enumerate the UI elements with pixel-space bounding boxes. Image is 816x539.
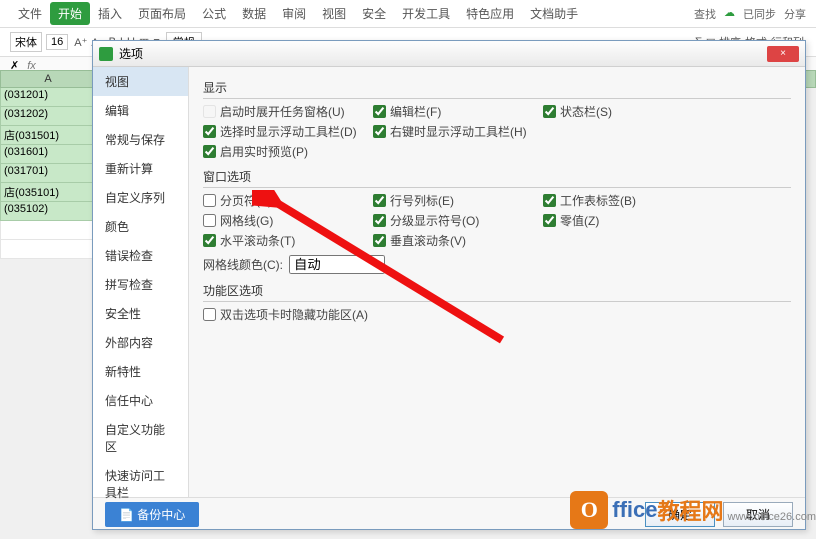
office-logo-icon: O [570,491,608,529]
wps-icon [99,47,113,61]
sidebar-item-errorcheck[interactable]: 错误检查 [93,241,188,270]
sidebar-item-trust[interactable]: 信任中心 [93,386,188,415]
cell[interactable] [0,221,96,240]
font-size-select[interactable]: 16 [46,34,68,50]
tab-view[interactable]: 视图 [314,2,354,25]
watermark: O ffice 教程网 www.office26.com [570,491,816,529]
tab-special[interactable]: 特色应用 [458,2,522,25]
gridcolor-label: 网格线颜色(C): [203,256,283,273]
tab-file[interactable]: 文件 [10,2,50,25]
tab-insert[interactable]: 插入 [90,2,130,25]
tab-safety[interactable]: 安全 [354,2,394,25]
options-dialog: 选项 × 视图 编辑 常规与保存 重新计算 自定义序列 颜色 错误检查 拼写检查… [92,40,806,530]
tab-layout[interactable]: 页面布局 [130,2,194,25]
check-taskpane: 启动时展开任务窗格(U) [203,103,373,120]
cell[interactable]: (031701) [0,164,96,183]
check-pagebreak[interactable]: 分页符(K) [203,192,373,209]
watermark-text2: 教程网 [658,494,724,526]
sidebar-item-edit[interactable]: 编辑 [93,96,188,125]
section-ribbon: 功能区选项 [203,280,791,302]
tab-dev[interactable]: 开发工具 [394,2,458,25]
tab-dochelper[interactable]: 文档助手 [522,2,586,25]
sidebar-item-color[interactable]: 颜色 [93,212,188,241]
close-button[interactable]: × [767,46,799,62]
gridcolor-select[interactable]: 自动 [289,255,385,274]
check-statusbar[interactable]: 状态栏(S) [543,103,713,120]
tab-data[interactable]: 数据 [234,2,274,25]
check-dblclickhide[interactable]: 双击选项卡时隐藏功能区(A) [203,306,373,323]
check-sheettabs[interactable]: 工作表标签(B) [543,192,713,209]
options-sidebar: 视图 编辑 常规与保存 重新计算 自定义序列 颜色 错误检查 拼写检查 安全性 … [93,67,189,497]
cloud-icon: ☁ [724,6,735,22]
sidebar-item-customribbon[interactable]: 自定义功能区 [93,415,188,461]
cell[interactable]: (031201) [0,88,96,107]
search-link[interactable]: 查找 [694,6,716,22]
check-rclickfloat[interactable]: 右键时显示浮动工具栏(H) [373,123,543,140]
check-gridlines[interactable]: 网格线(G) [203,212,373,229]
sidebar-item-qat[interactable]: 快速访问工具栏 [93,461,188,507]
check-zero[interactable]: 零值(Z) [543,212,713,229]
check-livepreview[interactable]: 启用实时预览(P) [203,143,373,160]
sidebar-item-newfeature[interactable]: 新特性 [93,357,188,386]
check-vscroll[interactable]: 垂直滚动条(V) [373,232,543,249]
check-editbar[interactable]: 编辑栏(F) [373,103,543,120]
tab-start[interactable]: 开始 [50,2,90,25]
cell[interactable]: (031202) [0,107,96,126]
increase-font-icon[interactable]: A⁺ [74,36,87,49]
sidebar-item-external[interactable]: 外部内容 [93,328,188,357]
dialog-title: 选项 [119,45,143,62]
sidebar-item-security[interactable]: 安全性 [93,299,188,328]
check-hscroll[interactable]: 水平滚动条(T) [203,232,373,249]
tab-review[interactable]: 审阅 [274,2,314,25]
section-display: 显示 [203,77,791,99]
cell[interactable]: 店(031501) [0,126,96,145]
cell[interactable]: (031601) [0,145,96,164]
watermark-text1: ffice [612,497,657,523]
col-header-A[interactable]: A [0,70,96,88]
sidebar-item-general[interactable]: 常规与保存 [93,125,188,154]
font-family-select[interactable]: 宋体 [10,32,42,52]
sync-label: 已同步 [743,6,776,22]
check-selectfloat[interactable]: 选择时显示浮动工具栏(D) [203,123,373,140]
check-rowcolhdr[interactable]: 行号列标(E) [373,192,543,209]
sidebar-item-view[interactable]: 视图 [93,67,188,96]
sidebar-item-customlist[interactable]: 自定义序列 [93,183,188,212]
cell[interactable]: (035102) [0,202,96,221]
tab-formula[interactable]: 公式 [194,2,234,25]
section-window: 窗口选项 [203,166,791,188]
sidebar-item-spellcheck[interactable]: 拼写检查 [93,270,188,299]
check-outline[interactable]: 分级显示符号(O) [373,212,543,229]
sidebar-item-recalc[interactable]: 重新计算 [93,154,188,183]
share-link[interactable]: 分享 [784,6,806,22]
cell[interactable] [0,240,96,259]
cell[interactable]: 店(035101) [0,183,96,202]
backup-button[interactable]: 📄 备份中心 [105,502,199,527]
watermark-url: www.office26.com [728,511,816,523]
